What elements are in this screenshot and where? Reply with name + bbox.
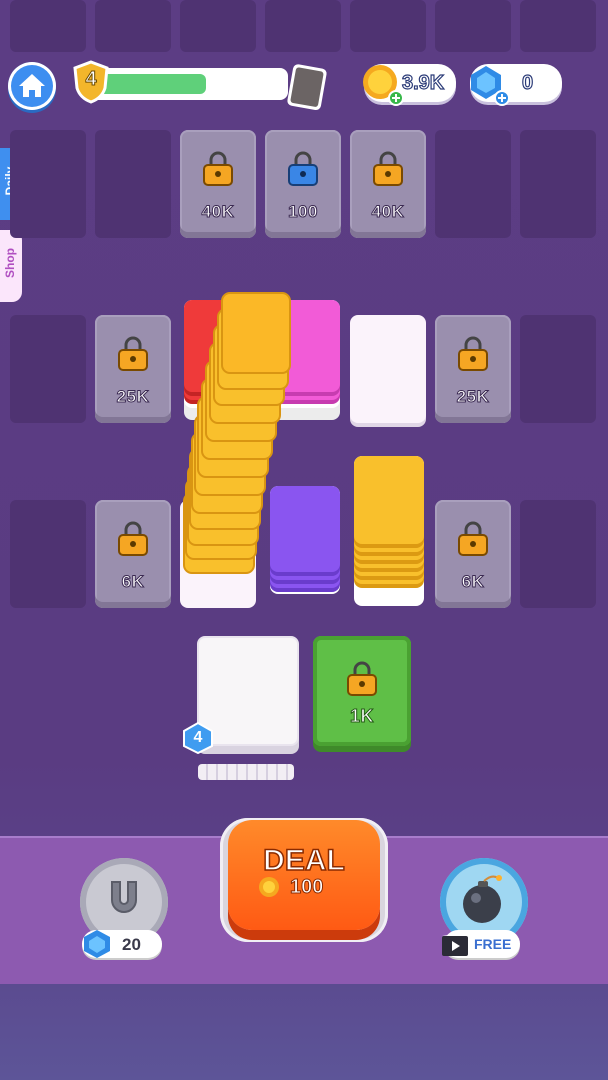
- level-number: 4: [85, 68, 97, 91]
- gem-icon: [84, 930, 110, 958]
- unlock-hand-slot[interactable]: 1K: [313, 636, 411, 746]
- lock-icon: [118, 336, 148, 371]
- unlock-price: 1K: [349, 706, 374, 727]
- card-reward-icon: [282, 62, 328, 112]
- video-ad-icon: [442, 932, 468, 956]
- board-slot: [520, 500, 596, 608]
- board-slot: [520, 315, 596, 423]
- locked-slot[interactable]: 25K: [435, 315, 511, 423]
- shop-tab-label: Shop: [3, 248, 17, 278]
- lock-icon: [347, 661, 377, 696]
- board-slot: [435, 130, 511, 238]
- hand-progress-ticks: [198, 764, 294, 780]
- locked-slot[interactable]: 40K: [350, 130, 426, 238]
- home-button[interactable]: [8, 62, 56, 110]
- magnet-icon: [111, 881, 137, 913]
- moving-card-stack: [183, 292, 291, 574]
- unlock-price: 25K: [456, 387, 490, 407]
- locked-slot[interactable]: 40K: [180, 130, 256, 238]
- home-icon: [19, 74, 45, 97]
- game-screen: 4 3.9K 0 Daily Shop 40K 100 40K: [0, 0, 608, 1080]
- unlock-price: 6K: [461, 572, 485, 592]
- magnet-cost: 20: [122, 935, 141, 954]
- lock-icon: [458, 521, 488, 556]
- empty-slot[interactable]: [350, 315, 426, 423]
- deal-cost: 100: [289, 876, 324, 899]
- shop-tab[interactable]: Shop: [0, 230, 22, 302]
- locked-slot[interactable]: 100: [265, 130, 341, 238]
- gem-amount: 0: [521, 71, 534, 94]
- board-slot: [520, 0, 596, 52]
- board-slot: [10, 315, 86, 423]
- coin-icon: [259, 877, 279, 897]
- locked-slot[interactable]: 6K: [435, 500, 511, 608]
- board-slot: [10, 500, 86, 608]
- deal-label: DEAL: [262, 843, 345, 878]
- board-slot: [520, 130, 596, 238]
- coin-amount: 3.9K: [401, 71, 445, 94]
- board-slot: [10, 130, 86, 238]
- bomb-icon: [463, 875, 502, 923]
- unlock-price: 40K: [371, 202, 405, 222]
- lock-icon: [118, 521, 148, 556]
- coin-icon: [360, 62, 404, 106]
- bomb-free-label: FREE: [474, 936, 512, 952]
- locked-slot[interactable]: 6K: [95, 500, 171, 608]
- hand-count: 4: [193, 729, 203, 746]
- hand-count-badge: 4: [182, 721, 214, 755]
- gem-icon: [466, 62, 510, 106]
- board-slot: [180, 0, 256, 52]
- level-progress-fill: [98, 74, 206, 94]
- unlock-price: 6K: [121, 572, 145, 592]
- bottom-strip: [0, 984, 608, 1080]
- board-slot: [10, 0, 86, 52]
- board-slot: [265, 0, 341, 52]
- board-slot: [95, 0, 171, 52]
- board-slot: [95, 130, 171, 238]
- unlock-price: 40K: [201, 202, 235, 222]
- lock-icon: [458, 336, 488, 371]
- unlock-price: 100: [288, 202, 318, 222]
- lock-icon: [288, 151, 318, 186]
- lock-icon: [203, 151, 233, 186]
- locked-slot[interactable]: 25K: [95, 315, 171, 423]
- board-slot: [350, 0, 426, 52]
- level-badge: 4: [72, 60, 110, 104]
- card-stack-yellow[interactable]: [354, 456, 424, 606]
- level-progress-bar: [88, 68, 288, 100]
- board-slot: [435, 0, 511, 52]
- lock-icon: [373, 151, 403, 186]
- deal-button[interactable]: DEAL 100: [228, 820, 380, 930]
- unlock-price: 25K: [116, 387, 150, 407]
